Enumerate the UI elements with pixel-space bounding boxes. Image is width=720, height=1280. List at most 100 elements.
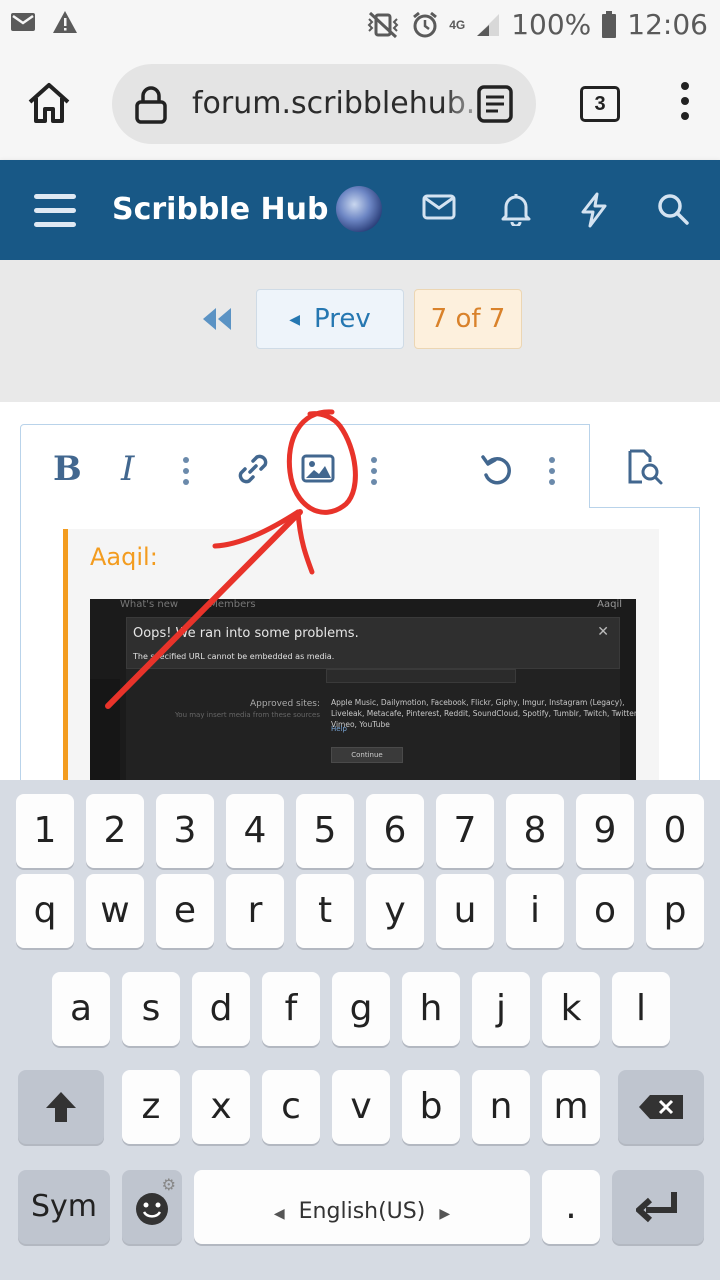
preview-icon [628,449,663,485]
current-page-badge[interactable]: 7 of 7 [414,289,522,349]
key-7[interactable]: 7 [436,794,494,868]
key-z[interactable]: z [122,1070,180,1144]
symbols-key[interactable]: Sym [18,1170,110,1244]
key-g[interactable]: g [332,972,390,1046]
vibrate-mute-icon [367,11,399,38]
bold-button[interactable]: B [53,449,82,489]
key-e[interactable]: e [156,874,214,948]
enter-key[interactable] [612,1170,704,1244]
key-j[interactable]: j [472,972,530,1046]
space-bar[interactable]: ◀ English(US) ▶ [194,1170,530,1244]
search-icon[interactable] [656,192,690,226]
screenshot-nav-item: Members [209,599,256,610]
key-u[interactable]: u [436,874,494,948]
first-page-icon[interactable] [200,306,234,332]
close-icon: ✕ [597,624,609,640]
key-c[interactable]: c [262,1070,320,1144]
battery-percent: 100% [511,8,592,41]
lightning-icon[interactable] [578,192,610,228]
key-y[interactable]: y [366,874,424,948]
italic-button[interactable]: I [121,449,134,489]
key-i[interactable]: i [506,874,564,948]
key-o[interactable]: o [576,874,634,948]
lock-icon [135,86,167,124]
approved-sites-label: Approved sites: [249,699,320,709]
key-r[interactable]: r [226,874,284,948]
key-b[interactable]: b [402,1070,460,1144]
key-2[interactable]: 2 [86,794,144,868]
shift-key[interactable] [18,1070,104,1144]
tab-switcher-button[interactable]: 3 [580,86,620,122]
address-bar[interactable]: forum.scribblehub.c [112,64,536,144]
home-icon[interactable] [26,80,72,126]
key-v[interactable]: v [332,1070,390,1144]
key-6[interactable]: 6 [366,794,424,868]
key-8[interactable]: 8 [506,794,564,868]
continue-button: Continue [331,747,403,763]
prev-page-button[interactable]: ◀ Prev [256,289,404,349]
more-text-options-icon[interactable] [183,457,191,490]
more-options-icon[interactable] [549,457,557,490]
key-f[interactable]: f [262,972,320,1046]
key-3[interactable]: 3 [156,794,214,868]
warning-icon [53,11,77,33]
key-s[interactable]: s [122,972,180,1046]
undo-icon[interactable] [479,451,515,487]
error-title: Oops! We ran into some problems. [133,626,359,641]
key-a[interactable]: a [52,972,110,1046]
screenshot-user: Aaqil [597,599,622,610]
url-text: forum.scribblehub.c [192,86,472,121]
site-title[interactable]: Scribble Hub [112,192,328,227]
quote-author[interactable]: Aaqil: [90,543,158,571]
key-5[interactable]: 5 [296,794,354,868]
mail-notification-icon [11,13,35,31]
hamburger-menu-icon[interactable] [34,194,76,228]
screenshot-nav-item: What's new [120,599,179,610]
error-dialog: Oops! We ran into some problems. The spe… [126,617,620,669]
key-d[interactable]: d [192,972,250,1046]
key-l[interactable]: l [612,972,670,1046]
help-link: Help [331,725,347,733]
key-m[interactable]: m [542,1070,600,1144]
link-icon[interactable] [235,451,271,487]
bell-icon[interactable] [500,192,532,226]
key-1[interactable]: 1 [16,794,74,868]
browser-toolbar: forum.scribblehub.c 3 [0,50,720,160]
key-0[interactable]: 0 [646,794,704,868]
key-k[interactable]: k [542,972,600,1046]
rich-text-editor[interactable]: B I Aaqil: What's new Members Aaqil Appr… [20,424,701,829]
key-t[interactable]: t [296,874,354,948]
key-p[interactable]: p [646,874,704,948]
reader-mode-icon[interactable] [476,84,514,124]
onscreen-keyboard: 1234567890 qwertyuiop asdfghjkl zxcvbnm … [0,780,720,1280]
enter-icon [634,1192,677,1223]
approved-sites-hint: You may insert media from these sources [174,711,320,719]
shift-icon [46,1092,76,1122]
inbox-icon[interactable] [422,192,456,222]
insert-image-icon[interactable] [301,453,335,485]
editor-toolbar: B I [21,424,701,511]
page-navigation: ◀ Prev 7 of 7 [0,260,720,402]
embedded-screenshot: What's new Members Aaqil Approved sites:… [90,599,636,789]
preview-toggle[interactable] [589,424,700,508]
key-q[interactable]: q [16,874,74,948]
period-key[interactable]: . [542,1170,600,1244]
key-x[interactable]: x [192,1070,250,1144]
reply-area: B I Aaqil: What's new Members Aaqil Appr… [0,402,720,829]
backspace-key[interactable] [618,1070,704,1144]
battery-icon [602,10,617,38]
key-h[interactable]: h [402,972,460,1046]
error-message: The specified URL cannot be embedded as … [133,652,335,661]
backspace-icon [639,1095,683,1119]
settings-gear-icon: ⚙ [161,1175,176,1194]
emoji-key[interactable]: ⚙ [122,1170,182,1244]
key-9[interactable]: 9 [576,794,634,868]
more-insert-options-icon[interactable] [371,457,379,490]
browser-menu-icon[interactable] [670,82,700,128]
key-n[interactable]: n [472,1070,530,1144]
site-header: Scribble Hub [0,160,720,260]
key-w[interactable]: w [86,874,144,948]
key-4[interactable]: 4 [226,794,284,868]
alarm-icon [413,11,438,37]
user-avatar[interactable] [336,186,382,232]
